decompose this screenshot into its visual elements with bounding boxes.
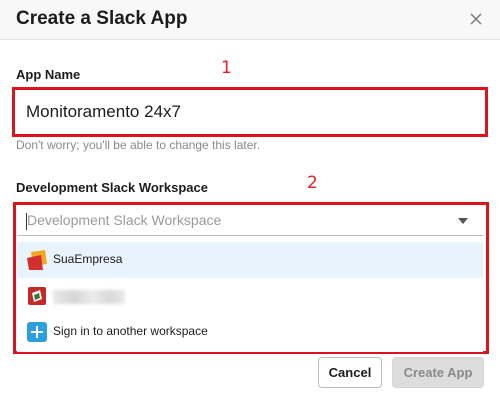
sign-in-option-label: Sign in to another workspace [53, 324, 208, 338]
create-app-button[interactable]: Create App [392, 357, 484, 388]
workspace-logo-icon [27, 250, 47, 270]
app-name-input[interactable] [16, 91, 484, 133]
workspace-label: Development Slack Workspace [16, 180, 208, 195]
dropdown-arrow-icon[interactable] [458, 218, 468, 224]
workspace-logo-icon [28, 287, 46, 305]
create-app-dialog: Create a Slack App App Name 1 Don't worr… [0, 0, 500, 405]
redacted-workspace-name [53, 290, 125, 304]
app-name-hint: Don't worry; you'll be able to change th… [16, 138, 261, 152]
workspace-option-label: SuaEmpresa [53, 252, 123, 266]
workspace-dropdown: SuaEmpresa Sign in to another workspace [17, 238, 483, 352]
workspace-option-redacted[interactable] [17, 278, 483, 314]
cancel-button[interactable]: Cancel [318, 357, 382, 388]
workspace-select[interactable]: Development Slack Workspace [17, 206, 483, 236]
workspace-select-placeholder: Development Slack Workspace [27, 212, 222, 228]
sign-in-another-workspace-option[interactable]: Sign in to another workspace [17, 314, 483, 350]
annotation-number-1: 1 [221, 58, 232, 78]
plus-icon [27, 322, 47, 342]
app-name-label: App Name [16, 67, 81, 82]
dialog-header: Create a Slack App [0, 0, 500, 40]
annotation-number-2: 2 [307, 173, 318, 193]
close-icon[interactable] [466, 9, 486, 29]
workspace-option-suaempresa[interactable]: SuaEmpresa [17, 242, 483, 278]
dialog-title: Create a Slack App [16, 8, 188, 29]
